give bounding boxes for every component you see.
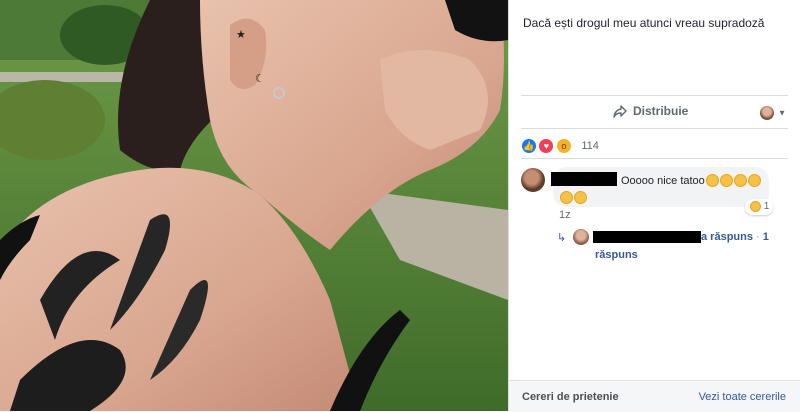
comment-text: Ooooo nice tatoo [621,174,761,187]
svg-text:★: ★ [236,29,246,41]
redacted-name [593,231,701,243]
divider [521,158,788,159]
replier-avatar [573,229,589,245]
see-all-requests-link[interactable]: Vezi toate cererile [699,391,786,403]
post-actions-bar: Distribuie ▼ [521,95,788,129]
reactions-count: 114 [581,139,599,152]
post-photo[interactable]: ★ ☾ [0,0,508,411]
reply-count-label: răspuns [595,249,638,261]
share-label: Distribuie [633,104,689,118]
redacted-name [551,172,617,186]
comment-timestamp[interactable]: 1z [559,209,571,221]
post-detail-panel: Dacă ești drogul meu atunci vreau suprad… [508,0,800,412]
share-icon [613,105,627,118]
smile-emoji [719,174,733,187]
chevron-down-icon: ▼ [778,108,786,118]
like-icon: 👍 [521,137,537,154]
reactions-summary[interactable]: 👍 ♥ o 114 [521,137,599,154]
wow-icon: o [555,137,572,154]
share-button[interactable]: Distribuie [613,104,688,118]
smile-emoji [747,174,761,187]
smile-emoji [560,191,573,204]
comment-reaction-badge[interactable]: 1 [745,199,774,215]
post-caption: Dacă ești drogul meu atunci vreau suprad… [523,16,765,30]
comment-emoji-row [559,188,587,206]
smile-emoji [574,191,587,204]
haha-icon [750,201,761,212]
friend-requests-title: Cereri de prietenie [522,391,619,403]
friend-requests-bar: Cereri de prietenie Vezi toate cererile [509,380,800,412]
commenter-avatar[interactable] [521,168,545,192]
svg-text:☾: ☾ [255,73,265,85]
comment-bubble: Ooooo nice tatoo [551,167,769,207]
smile-emoji [733,174,747,187]
smile-emoji [705,174,719,187]
love-icon: ♥ [538,137,555,154]
post-as-selector[interactable]: ▼ [759,104,786,122]
reply-summary: a răspuns · 1 [701,231,769,243]
photo-image: ★ ☾ [0,0,508,411]
avatar [759,105,774,120]
reply-arrow-icon: ↳ [557,232,567,244]
